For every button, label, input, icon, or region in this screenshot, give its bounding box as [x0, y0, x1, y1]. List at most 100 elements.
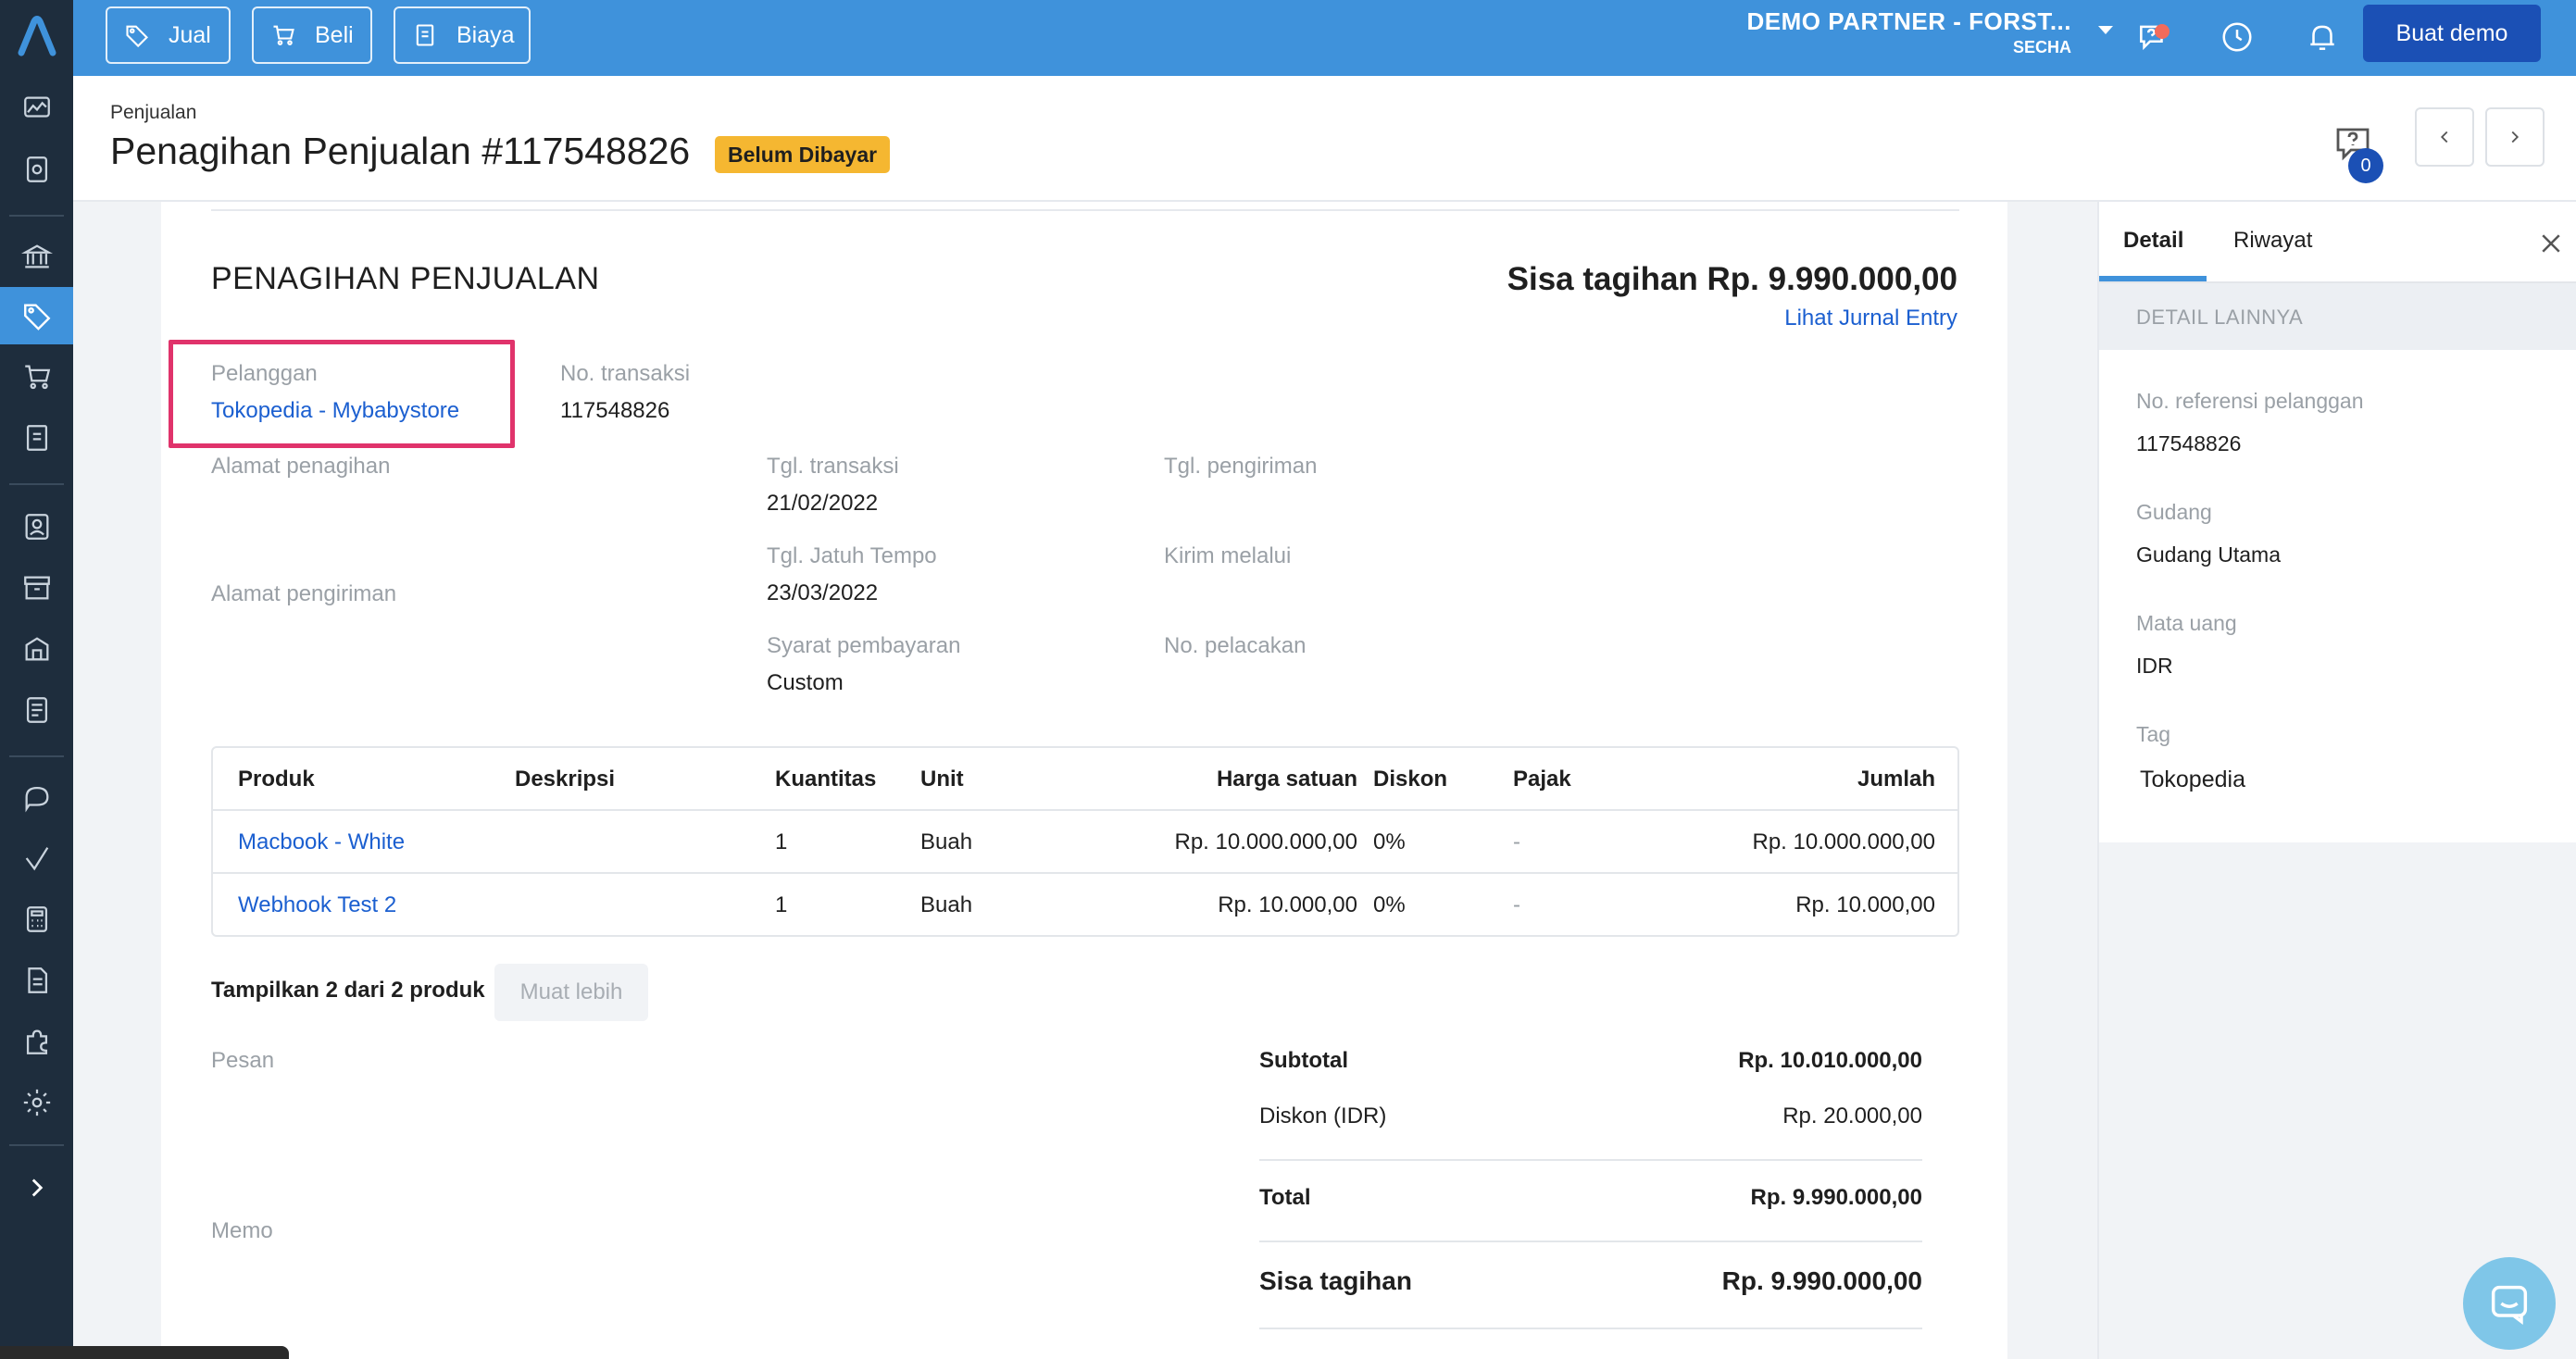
divider — [1259, 1241, 1922, 1242]
transaction-date-label: Tgl. transaksi — [767, 454, 899, 479]
bank-icon[interactable] — [0, 228, 73, 285]
settings-gear-icon[interactable] — [0, 1074, 73, 1131]
col-quantity: Kuantitas — [775, 767, 877, 792]
tax-cell: - — [1513, 829, 1520, 854]
divider — [211, 209, 1959, 211]
section-header: DETAIL LAINNYA — [2099, 283, 2576, 350]
chat-support-icon[interactable] — [2132, 17, 2173, 57]
chevron-down-icon[interactable] — [2098, 26, 2113, 34]
discount-label: Diskon (IDR) — [1259, 1103, 1387, 1128]
bell-icon[interactable] — [2302, 17, 2343, 57]
total-label: Total — [1259, 1185, 1311, 1210]
balance-label: Sisa tagihan — [1259, 1266, 1412, 1295]
expense-button[interactable]: Biaya — [394, 6, 531, 64]
payment-terms-label: Syarat pembayaran — [767, 633, 961, 658]
payment-terms-value: Custom — [767, 670, 844, 695]
tag-label: Tag — [2136, 722, 2171, 746]
transaction-date-value: 21/02/2022 — [767, 491, 879, 516]
invoice-heading: PENAGIHAN PENJUALAN — [211, 261, 600, 296]
breadcrumb[interactable]: Penjualan — [110, 102, 196, 124]
ship-via-label: Kirim melalui — [1164, 543, 1292, 568]
journal-entry-link[interactable]: Lihat Jurnal Entry — [1784, 305, 1957, 331]
active-tab-indicator — [2099, 276, 2207, 281]
chat-bubble-icon — [2491, 1285, 2528, 1325]
sell-button-label: Jual — [169, 21, 211, 48]
unit-price-cell: Rp. 10.000,00 — [1218, 892, 1357, 917]
shipping-date-label: Tgl. pengiriman — [1164, 454, 1318, 479]
report-icon[interactable] — [0, 141, 73, 198]
due-date-value: 23/03/2022 — [767, 580, 879, 605]
product-box-icon[interactable] — [0, 559, 73, 617]
sell-button[interactable]: Jual — [106, 6, 231, 64]
asset-list-icon[interactable] — [0, 681, 73, 739]
dashboard-icon[interactable] — [0, 80, 73, 137]
sales-tag-icon[interactable] — [0, 287, 73, 344]
customer-reference-label: No. referensi pelanggan — [2136, 389, 2364, 413]
chevron-left-icon — [2440, 131, 2448, 143]
customer-link[interactable]: Tokopedia - Mybabystore — [211, 398, 459, 424]
amount-cell: Rp. 10.000.000,00 — [1752, 829, 1936, 854]
subtotal-label: Subtotal — [1259, 1048, 1348, 1073]
calculator-icon[interactable] — [0, 891, 73, 948]
tag-icon — [126, 25, 148, 48]
sidebar-divider — [9, 483, 64, 485]
quantity-cell: 1 — [775, 829, 788, 854]
highlight-box — [169, 340, 515, 448]
quantity-cell: 1 — [775, 892, 788, 917]
divider — [1259, 1328, 1922, 1329]
purchase-cart-icon[interactable] — [0, 348, 73, 405]
approval-check-icon[interactable] — [0, 829, 73, 887]
invoice-card: PENAGIHAN PENJUALAN Sisa tagihan Rp. 9.9… — [161, 202, 2007, 1359]
col-description: Deskripsi — [515, 767, 616, 792]
logo-icon — [18, 16, 56, 56]
page-title: Penagihan Penjualan #117548826 — [110, 130, 691, 172]
tag-value[interactable]: Tokopedia — [2140, 767, 2245, 793]
close-icon[interactable] — [2537, 230, 2565, 257]
col-tax: Pajak — [1513, 767, 1571, 792]
expand-chevron-icon[interactable] — [0, 1159, 73, 1216]
app-logo[interactable] — [0, 0, 73, 74]
product-link[interactable]: Webhook Test 2 — [238, 874, 396, 935]
unit-cell: Buah — [920, 892, 973, 917]
discount-value: Rp. 20.000,00 — [1782, 1103, 1922, 1128]
sidebar-divider — [9, 215, 64, 217]
shipping-address-label: Alamat pengiriman — [211, 581, 397, 606]
chat-icon[interactable] — [0, 768, 73, 826]
total-value: Rp. 9.990.000,00 — [1750, 1185, 1922, 1210]
subtotal-value: Rp. 10.010.000,00 — [1738, 1048, 1922, 1073]
balance-due: Sisa tagihan Rp. 9.990.000,00 — [1507, 261, 1957, 297]
unit-cell: Buah — [920, 829, 973, 854]
warehouse-icon[interactable] — [0, 620, 73, 678]
tax-cell: - — [1513, 892, 1520, 917]
tab-detail[interactable]: Detail — [2123, 228, 2183, 254]
top-navigation-bar: Jual Beli Biaya DEMO PARTNER - FORST... … — [73, 0, 2576, 76]
col-discount: Diskon — [1373, 767, 1448, 792]
discount-cell: 0% — [1373, 829, 1406, 854]
clock-icon[interactable] — [2217, 17, 2257, 57]
browser-status-bar — [0, 1346, 289, 1359]
company-sub: SECHA — [2012, 38, 2071, 56]
col-product: Produk — [238, 767, 315, 792]
create-demo-button[interactable]: Buat demo — [2363, 5, 2541, 62]
expense-receipt-icon[interactable] — [0, 409, 73, 467]
next-button[interactable] — [2485, 107, 2545, 167]
buy-button[interactable]: Beli — [252, 6, 372, 64]
sidebar-divider — [9, 1144, 64, 1146]
contact-icon[interactable] — [0, 498, 73, 555]
addon-puzzle-icon[interactable] — [0, 1013, 73, 1070]
previous-button[interactable] — [2415, 107, 2474, 167]
tracking-number-label: No. pelacakan — [1164, 633, 1307, 658]
status-badge: Belum Dibayar — [715, 136, 891, 173]
live-chat-button[interactable] — [2463, 1257, 2556, 1350]
tab-history[interactable]: Riwayat — [2233, 228, 2312, 254]
product-link[interactable]: Macbook - White — [238, 811, 405, 874]
transaction-number-label: No. transaksi — [560, 361, 691, 386]
warehouse-link[interactable]: Gudang Utama — [2136, 542, 2281, 567]
company-switcher[interactable]: DEMO PARTNER - FORST... SECHA — [1747, 7, 2071, 57]
load-more-button[interactable]: Muat lebih — [494, 964, 648, 1021]
table-row: Macbook - White 1 Buah Rp. 10.000.000,00… — [213, 811, 1957, 874]
page-header: Penjualan Penagihan Penjualan #117548826… — [73, 76, 2576, 202]
currency-value: IDR — [2136, 654, 2173, 678]
transaction-number-value: 117548826 — [560, 398, 670, 423]
document-icon[interactable] — [0, 952, 73, 1009]
